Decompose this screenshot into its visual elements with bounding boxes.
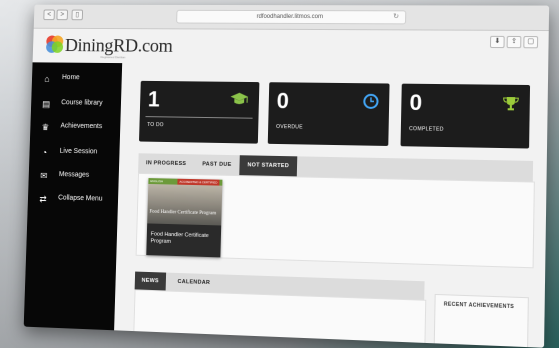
envelope-icon: ✉	[40, 170, 48, 181]
main-content: 1 TO DO 0 OVERDUE 0 COMPLETED IN PROGRES…	[114, 63, 549, 348]
sidebar: ⌂ Home ▤ Course library ♛ Achievements ◔…	[23, 62, 123, 331]
reload-icon[interactable]: ↻	[393, 11, 399, 23]
stat-value: 1	[147, 86, 161, 112]
stat-value: 0	[276, 88, 290, 114]
sidebar-toggle-icon[interactable]: ▯	[71, 9, 84, 21]
logo-mark-icon	[45, 35, 64, 53]
tab-label: NOT STARTED	[247, 162, 290, 170]
live-session-icon: ◔	[41, 147, 48, 158]
sidebar-item-achievements[interactable]: ♛ Achievements	[30, 118, 120, 139]
stat-label: TO DO	[147, 122, 164, 129]
brand-logo[interactable]: DiningRD.com Registered Dietitian	[44, 30, 173, 59]
tab-news[interactable]: NEWS	[134, 271, 166, 294]
tab-past-due[interactable]: PAST DUE	[202, 155, 232, 175]
stat-label: COMPLETED	[408, 126, 444, 133]
share-icon[interactable]: ⇪	[506, 35, 522, 49]
sidebar-item-course-library[interactable]: ▤ Course library	[31, 95, 121, 116]
tab-in-progress[interactable]: IN PROGRESS	[146, 153, 187, 174]
home-icon: ⌂	[44, 74, 50, 84]
brand-tagline: Registered Dietitian	[100, 55, 126, 60]
sidebar-item-label: Achievements	[60, 122, 103, 131]
address-bar[interactable]: rdfoodhandler.litmos.com ↻	[176, 9, 407, 25]
tab-calendar[interactable]: CALENDAR	[177, 273, 210, 292]
tabs-icon[interactable]: ▢	[523, 36, 539, 49]
course-card[interactable]: ENGLISH ACCREDITED & CERTIFIED Food Hand…	[146, 178, 223, 258]
sidebar-item-live-session[interactable]: ◔ Live Session	[29, 143, 120, 164]
course-title: Food Handler Certificate Program	[150, 231, 209, 245]
ribbon-right-text: ACCREDITED & CERTIFIED	[177, 178, 220, 186]
sidebar-item-label: Course library	[61, 99, 103, 107]
sidebar-item-label: Live Session	[59, 147, 98, 156]
recent-achievements-title: RECENT ACHIEVEMENTS	[443, 301, 515, 311]
recent-achievements-panel: RECENT ACHIEVEMENTS	[433, 293, 529, 348]
sidebar-item-label: Collapse Menu	[58, 194, 103, 203]
tab-label: NEWS	[141, 277, 159, 285]
url-text: rdfoodhandler.litmos.com	[256, 13, 324, 21]
stat-card-todo[interactable]: 1 TO DO	[138, 80, 260, 144]
sidebar-item-label: Home	[61, 74, 80, 82]
ribbon-left-text: ENGLISH	[150, 179, 164, 184]
stat-label: OVERDUE	[276, 124, 303, 131]
card-divider	[145, 116, 253, 119]
trophy-icon	[502, 95, 519, 111]
clock-icon	[363, 93, 380, 109]
back-button[interactable]: <	[43, 9, 55, 21]
sidebar-item-label: Messages	[58, 171, 90, 179]
forward-button[interactable]: >	[56, 9, 69, 21]
tab-not-started[interactable]: NOT STARTED	[239, 155, 298, 180]
browser-toolbar: < > ▯ rdfoodhandler.litmos.com ↻	[33, 4, 550, 32]
course-panel: ENGLISH ACCREDITED & CERTIFIED Food Hand…	[135, 172, 535, 269]
sidebar-item-home[interactable]: ⌂ Home	[32, 70, 122, 90]
sidebar-item-messages[interactable]: ✉ Messages	[28, 167, 119, 189]
stat-card-overdue[interactable]: 0 OVERDUE	[267, 82, 390, 146]
book-icon: ▤	[41, 99, 51, 109]
sidebar-item-collapse-menu[interactable]: ⇄ Collapse Menu	[28, 190, 119, 212]
trophy-icon: ♛	[41, 122, 50, 133]
laptop-screen: < > ▯ rdfoodhandler.litmos.com ↻ ⬇ ⇪ ▢ D…	[23, 4, 550, 348]
stat-card-completed[interactable]: 0 COMPLETED	[400, 83, 531, 149]
collapse-icon: ⇄	[39, 194, 47, 205]
graduation-cap-icon	[230, 92, 249, 108]
download-icon[interactable]: ⬇	[489, 35, 505, 49]
stat-value: 0	[409, 89, 423, 116]
